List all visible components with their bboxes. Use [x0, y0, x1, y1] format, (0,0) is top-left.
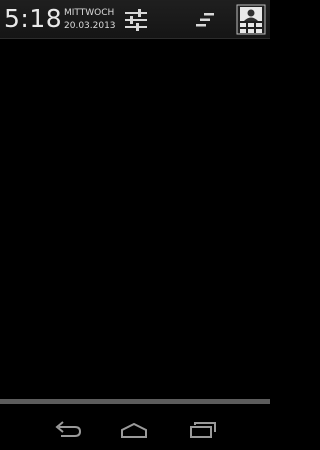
user-profile-icon	[236, 4, 266, 35]
recent-apps-icon	[190, 422, 216, 438]
recent-apps-button[interactable]	[188, 420, 218, 440]
date-label: 20.03.2013	[64, 21, 116, 31]
weekday-label: MITTWOCH	[64, 8, 115, 18]
back-button[interactable]	[53, 420, 83, 440]
notification-list-area	[0, 39, 270, 399]
sliders-icon	[125, 9, 147, 31]
android-screen: 5:18 MITTWOCH 20.03.2013	[0, 0, 270, 450]
clear-all-button[interactable]	[192, 10, 216, 30]
quick-settings-button[interactable]	[124, 8, 148, 32]
clock-time: 5:18	[4, 4, 63, 33]
back-arrow-icon	[55, 421, 82, 437]
clear-notifications-icon	[196, 13, 214, 27]
home-button[interactable]	[119, 420, 149, 440]
navigation-bar	[0, 404, 270, 450]
home-icon	[121, 422, 147, 438]
notification-shade-header: 5:18 MITTWOCH 20.03.2013	[0, 0, 270, 39]
profile-button[interactable]	[236, 4, 266, 35]
